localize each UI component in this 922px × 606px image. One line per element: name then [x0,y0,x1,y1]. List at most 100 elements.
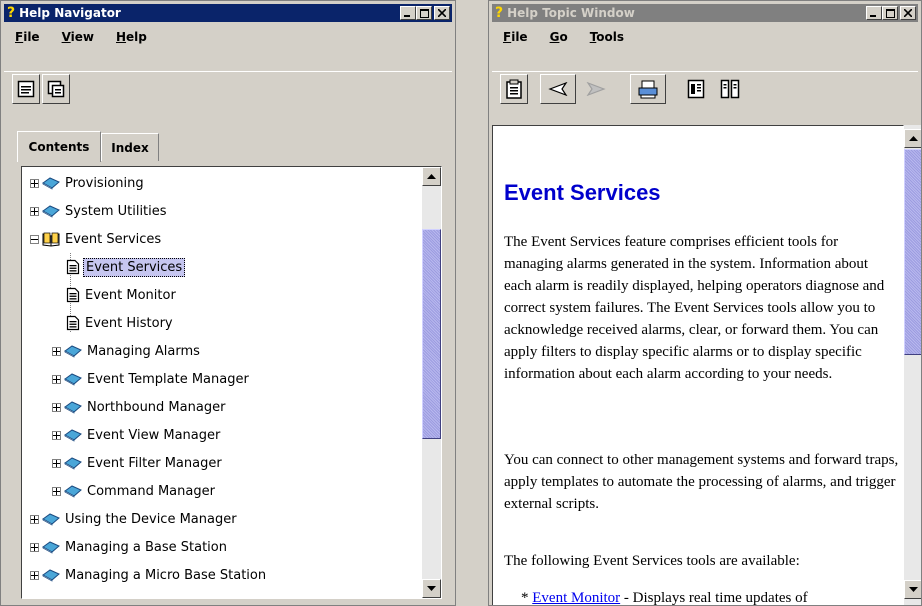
open-book-icon [42,231,60,247]
close-button[interactable] [900,6,916,20]
two-pane-button[interactable] [714,74,746,104]
tree-item[interactable]: Managing a Micro Base Station [30,564,268,586]
tree-item[interactable]: Event History [52,312,175,334]
tree-item[interactable]: Managing a Base Station [30,536,229,558]
collapse-panel-button[interactable] [12,74,40,104]
tree-item-label: Event Services [83,257,186,277]
help-question-icon: ? [7,5,16,21]
help-navigator-window: ? Help Navigator File View Help Contents… [0,0,456,606]
expand-toggle-icon[interactable] [30,542,39,552]
tree-item[interactable]: Event Services [52,256,186,278]
tree-item[interactable]: Command Manager [52,480,217,502]
tree-item[interactable]: Event Monitor [52,284,178,306]
collapse-toggle-icon[interactable] [30,234,39,244]
sync-panel-icon [47,80,65,98]
tree-item-label: Managing Alarms [87,343,200,359]
two-pane-icon [720,79,740,99]
topic-list-item: * Event Monitor - Displays real time upd… [521,590,808,606]
contents-vertical-scrollbar[interactable] [422,167,441,598]
clipboard-icon [506,79,522,99]
expand-toggle-icon[interactable] [52,374,61,384]
menu-help[interactable]: Help [113,28,150,46]
menu-file[interactable]: File [500,28,531,46]
tab-index[interactable]: Index [101,133,159,161]
menu-go[interactable]: Go [547,28,571,46]
scroll-thumb[interactable] [422,229,441,439]
navigator-title-bar[interactable]: ? Help Navigator [4,4,452,22]
tree-item[interactable]: Northbound Manager [52,396,227,418]
closed-book-icon [42,512,60,526]
expand-toggle-icon[interactable] [52,346,61,356]
topic-title: Help Topic Window [507,6,635,20]
expand-toggle-icon[interactable] [30,570,39,580]
menu-view[interactable]: View [59,28,97,46]
print-button[interactable] [630,74,666,104]
panel-list-icon [17,80,35,98]
tree-item[interactable]: System Utilities [30,200,169,222]
closed-book-icon [42,568,60,582]
tree-item-label: Event Filter Manager [87,455,222,471]
expand-toggle-icon[interactable] [52,430,61,440]
tree-item[interactable]: Event Filter Manager [52,452,224,474]
event-monitor-link[interactable]: Event Monitor [532,590,620,605]
tree-item[interactable]: Using the Device Manager [30,508,239,530]
tree-item[interactable]: Provisioning [30,172,146,194]
expand-toggle-icon[interactable] [52,458,61,468]
closed-book-icon [64,344,82,358]
tree-item[interactable]: Event View Manager [52,424,222,446]
up-arrow-icon [909,136,918,141]
tree-item[interactable]: Managing Alarms [52,340,202,362]
scroll-down-button[interactable] [422,579,441,598]
menu-tools[interactable]: Tools [587,28,627,46]
closed-book-icon [64,400,82,414]
tree-item-label: Using the Device Manager [65,511,237,527]
forward-button[interactable] [578,74,614,104]
scroll-down-button[interactable] [904,580,921,599]
tree-item-label: Command Manager [87,483,215,499]
expand-toggle-icon[interactable] [30,206,39,216]
tree-item-label: Northbound Manager [87,399,226,415]
help-question-icon: ? [495,5,504,21]
expand-toggle-icon[interactable] [52,486,61,496]
tree-item-label: Event History [85,315,173,331]
maximize-button[interactable] [882,6,898,20]
page-setup-button[interactable] [680,74,712,104]
tab-contents[interactable]: Contents [17,131,101,162]
sync-contents-button[interactable] [42,74,70,104]
show-navigator-button[interactable] [500,74,528,104]
tree-item-label: Provisioning [65,175,144,191]
printer-icon [638,80,658,99]
scroll-up-button[interactable] [904,129,921,148]
minimize-button[interactable] [866,6,882,20]
scroll-thumb[interactable] [904,149,921,355]
navigator-menu-bar: File View Help [4,24,452,50]
expand-toggle-icon[interactable] [30,514,39,524]
expand-toggle-icon[interactable] [52,402,61,412]
page-icon [66,259,80,275]
scroll-up-button[interactable] [422,167,441,186]
topic-paragraph: The following Event Services tools are a… [504,553,800,569]
back-arrow-icon [548,82,568,96]
topic-paragraph: The Event Services feature comprises eff… [504,234,885,382]
minimize-button[interactable] [400,6,416,20]
topic-paragraph: You can connect to other management syst… [504,452,899,512]
help-topic-window: ? Help Topic Window File Go Tools Event … [488,0,922,606]
up-arrow-icon [427,174,436,179]
page-icon [66,315,80,331]
tree-item[interactable]: Event Services [30,228,163,250]
menu-file[interactable]: File [12,28,43,46]
topic-title-bar[interactable]: ? Help Topic Window [492,4,918,22]
closed-book-icon [64,372,82,386]
close-button[interactable] [434,6,450,20]
closed-book-icon [42,204,60,218]
back-button[interactable] [540,74,576,104]
navigator-toolbar [4,71,452,123]
down-arrow-icon [909,587,918,592]
expand-toggle-icon[interactable] [30,178,39,188]
topic-content: Event Services The Event Services featur… [492,125,904,606]
closed-book-icon [64,484,82,498]
maximize-button[interactable] [416,6,432,20]
topic-vertical-scrollbar[interactable] [904,125,921,605]
tree-item-label: Event Template Manager [87,371,249,387]
tree-item[interactable]: Event Template Manager [52,368,251,390]
